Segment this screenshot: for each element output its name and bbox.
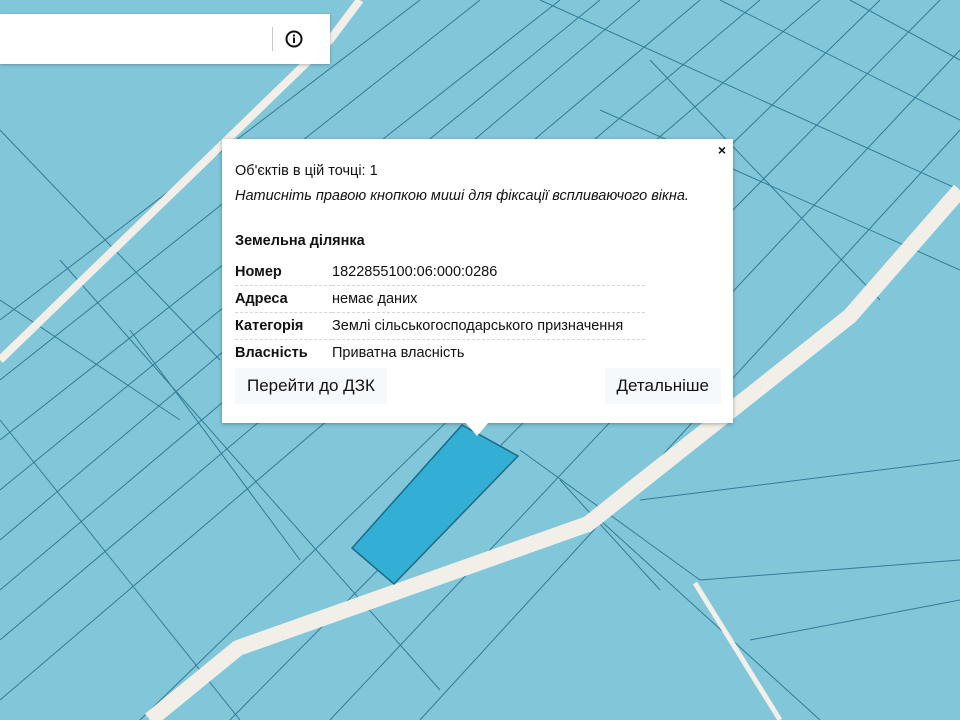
property-value: 1822855100:06:000:0286 bbox=[332, 259, 645, 286]
objects-count: Об'єктів в цій точці: 1 bbox=[235, 163, 378, 179]
property-value: немає даних bbox=[332, 285, 645, 313]
property-row: Категорія Землі сільськогосподарського п… bbox=[235, 312, 645, 340]
details-button[interactable]: Детальніше bbox=[604, 368, 721, 404]
parcel-properties: Номер 1822855100:06:000:0286 Адреса нема… bbox=[235, 259, 645, 366]
search-bar bbox=[0, 14, 330, 64]
property-row: Власність Приватна власність bbox=[235, 340, 645, 367]
popup-hint: Натисніть правою кнопкою миші для фіксац… bbox=[235, 188, 689, 204]
property-key: Адреса bbox=[235, 285, 332, 313]
property-key: Номер bbox=[235, 259, 332, 286]
search-input[interactable] bbox=[0, 14, 262, 64]
close-icon[interactable]: × bbox=[715, 143, 729, 157]
popup-pointer bbox=[465, 422, 489, 436]
property-value: Приватна власність bbox=[332, 345, 465, 361]
property-row: Адреса немає даних bbox=[235, 285, 645, 313]
go-to-dzk-button[interactable]: Перейти до ДЗК bbox=[235, 368, 387, 404]
property-key: Власність bbox=[235, 345, 308, 361]
property-key: Категорія bbox=[235, 312, 332, 340]
search-divider bbox=[272, 27, 273, 51]
section-title: Земельна ділянка bbox=[235, 233, 365, 249]
property-value: Землі сільськогосподарського призначення bbox=[332, 312, 645, 340]
info-circle-icon[interactable] bbox=[282, 27, 306, 51]
map-popup[interactable]: × Об'єктів в цій точці: 1 Натисніть прав… bbox=[222, 139, 733, 423]
property-row: Номер 1822855100:06:000:0286 bbox=[235, 259, 645, 286]
